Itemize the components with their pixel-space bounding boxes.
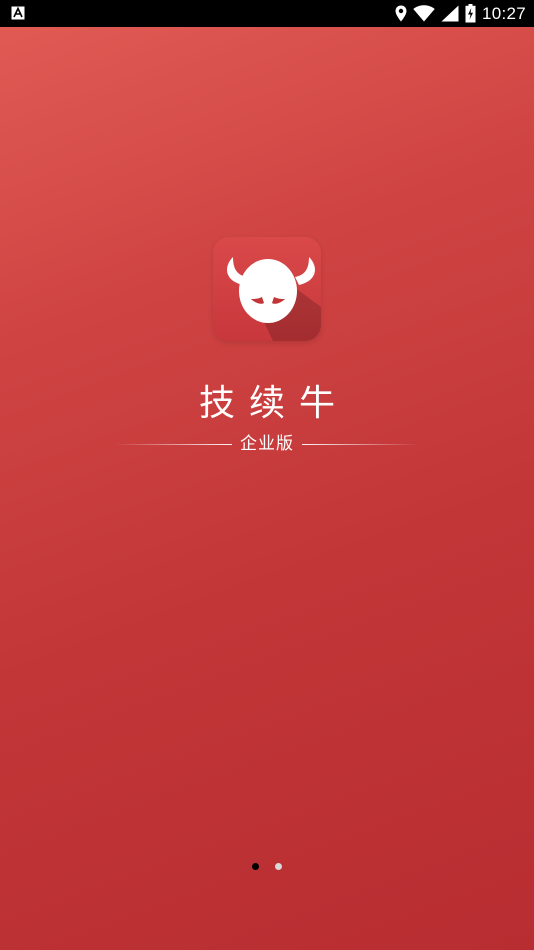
location-icon — [395, 5, 407, 22]
status-time: 10:27 — [481, 4, 526, 23]
subtitle-divider-right — [302, 443, 420, 445]
page-dot-1[interactable] — [252, 862, 259, 870]
bull-head-logo-icon — [213, 237, 321, 341]
signal-icon — [441, 5, 459, 22]
wifi-icon — [413, 5, 435, 22]
page-dot-2[interactable] — [275, 862, 282, 870]
app-logo — [213, 237, 321, 341]
status-icons: 10:27 — [395, 0, 526, 27]
status-bar: 10:27 — [0, 0, 534, 27]
splash-screen: 10:27 技续牛 企业版 — [0, 0, 534, 950]
battery-charging-icon — [465, 4, 476, 23]
app-title: 技续牛 — [198, 383, 349, 424]
subtitle-row: 企业版 — [0, 431, 534, 457]
notification-a-icon — [11, 6, 25, 20]
app-subtitle: 企业版 — [240, 434, 294, 454]
subtitle-divider-left — [114, 443, 232, 445]
page-indicator — [0, 861, 534, 871]
